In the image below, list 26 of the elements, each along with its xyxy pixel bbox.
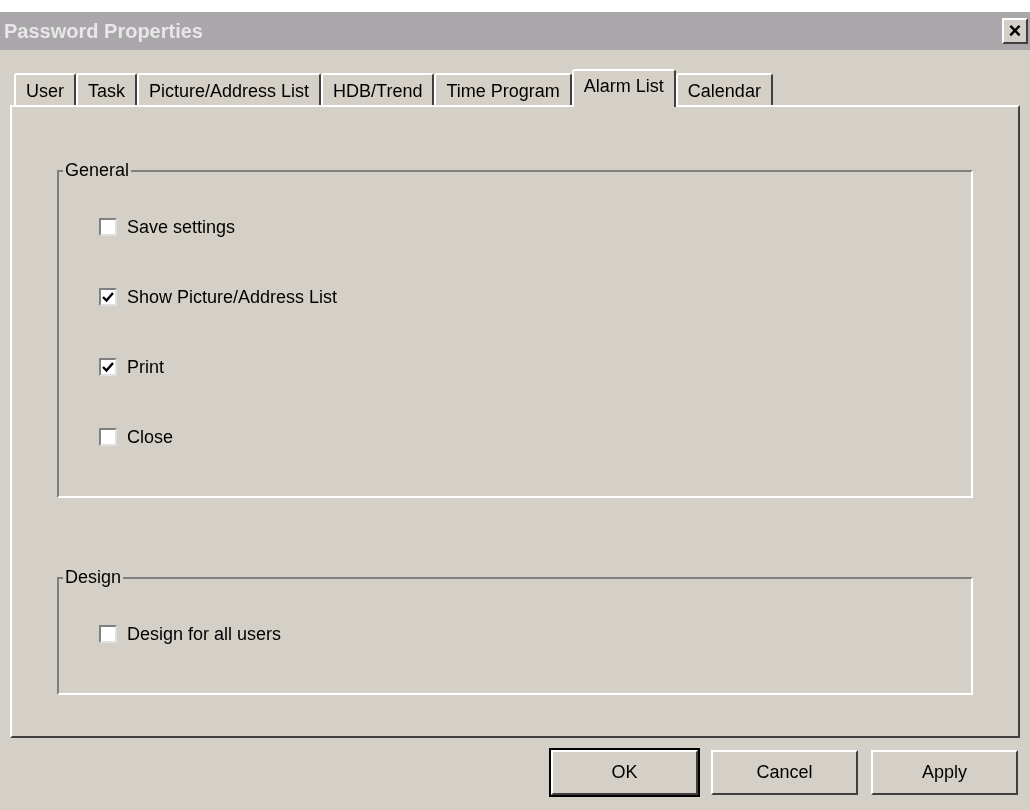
- tab[interactable]: Alarm List: [571, 69, 676, 107]
- checkbox-label: Design for all users: [127, 622, 282, 646]
- window-title: Password Properties: [4, 19, 203, 44]
- dialog-button[interactable]: Apply: [871, 750, 1018, 795]
- checkbox[interactable]: [99, 288, 117, 306]
- group-title: Design: [64, 566, 123, 589]
- tab[interactable]: Picture/Address List: [137, 73, 322, 105]
- dialog-button[interactable]: OK: [551, 750, 698, 795]
- group-title: General: [64, 159, 131, 182]
- checkmark-icon: [102, 361, 114, 373]
- tab[interactable]: Time Program: [434, 73, 572, 105]
- checkbox-label: Show Picture/Address List: [127, 285, 338, 309]
- tab[interactable]: HDB/Trend: [321, 73, 435, 105]
- tab[interactable]: Calendar: [675, 73, 773, 105]
- tab[interactable]: User: [14, 73, 76, 105]
- checkbox-label: Print: [127, 355, 164, 379]
- checkbox-label: Close: [127, 425, 174, 449]
- close-button[interactable]: ×: [1002, 18, 1028, 44]
- checkbox[interactable]: [99, 625, 117, 643]
- dialog-button[interactable]: Cancel: [711, 750, 858, 795]
- checkbox[interactable]: [99, 218, 117, 236]
- checkmark-icon: [102, 291, 114, 303]
- tab[interactable]: Task: [76, 73, 138, 105]
- checkbox[interactable]: [99, 428, 117, 446]
- checkbox-label: Save settings: [127, 215, 236, 239]
- checkbox[interactable]: [99, 358, 117, 376]
